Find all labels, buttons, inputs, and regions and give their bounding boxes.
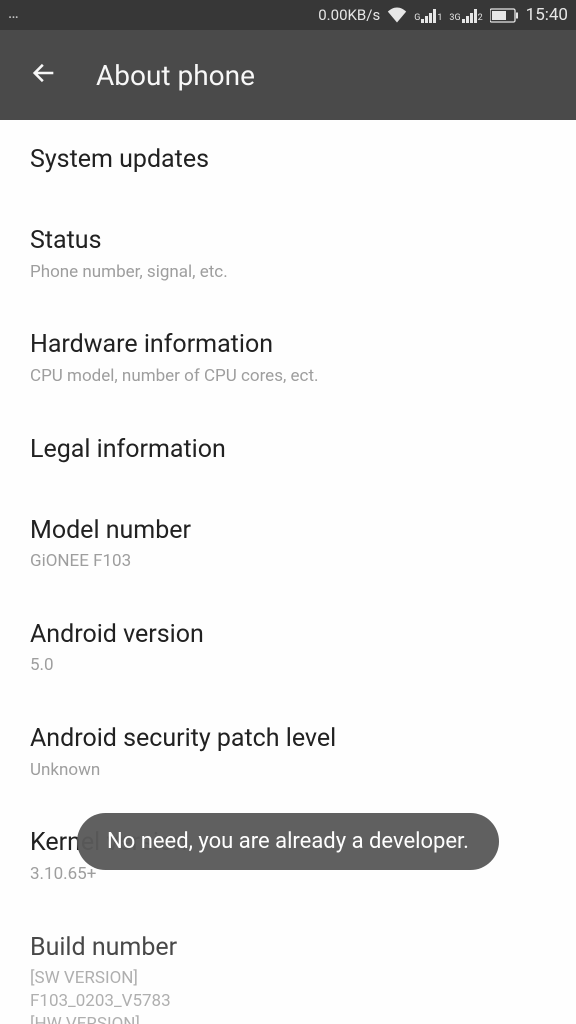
battery-icon	[490, 8, 519, 23]
item-build-number[interactable]: Build number [SW VERSION] F103_0203_V578…	[30, 908, 546, 1024]
item-title: Android security patch level	[30, 723, 546, 754]
item-model-number[interactable]: Model number GiONEE F103	[30, 491, 546, 595]
app-header: About phone	[0, 30, 576, 120]
item-security-patch[interactable]: Android security patch level Unknown	[30, 699, 546, 803]
network-speed: 0.00KB/s	[318, 6, 380, 24]
item-title: System updates	[30, 144, 546, 175]
item-legal-information[interactable]: Legal information	[30, 410, 546, 491]
item-subtitle: [SW VERSION] F103_0203_V5783 [HW VERSION…	[30, 967, 546, 1024]
status-bar: … 0.00KB/s G 1 3G 2	[0, 0, 576, 30]
item-subtitle: CPU model, number of CPU cores, ect.	[30, 365, 546, 388]
wifi-icon	[387, 7, 407, 23]
item-title: Build number	[30, 932, 546, 963]
item-title: Hardware information	[30, 329, 546, 360]
item-title: Status	[30, 225, 546, 256]
signal-sim2-icon: 3G 2	[449, 8, 482, 23]
page-title: About phone	[96, 59, 255, 92]
toast-message: No need, you are already a developer.	[77, 813, 499, 870]
settings-list[interactable]: System updates Status Phone number, sign…	[0, 120, 576, 1024]
item-subtitle: 5.0	[30, 654, 546, 677]
clock: 15:40	[526, 5, 568, 25]
item-android-version[interactable]: Android version 5.0	[30, 595, 546, 699]
item-title: Legal information	[30, 434, 546, 465]
signal-sim1-icon: G 1	[414, 8, 442, 23]
item-subtitle: Phone number, signal, etc.	[30, 261, 546, 284]
item-subtitle: Unknown	[30, 759, 546, 782]
back-icon[interactable]	[30, 59, 58, 91]
item-status[interactable]: Status Phone number, signal, etc.	[30, 201, 546, 305]
overflow-indicator-icon: …	[8, 3, 18, 22]
item-title: Android version	[30, 619, 546, 650]
item-title: Model number	[30, 515, 546, 546]
item-system-updates[interactable]: System updates	[30, 120, 546, 201]
item-hardware-information[interactable]: Hardware information CPU model, number o…	[30, 305, 546, 409]
item-subtitle: GiONEE F103	[30, 550, 546, 573]
